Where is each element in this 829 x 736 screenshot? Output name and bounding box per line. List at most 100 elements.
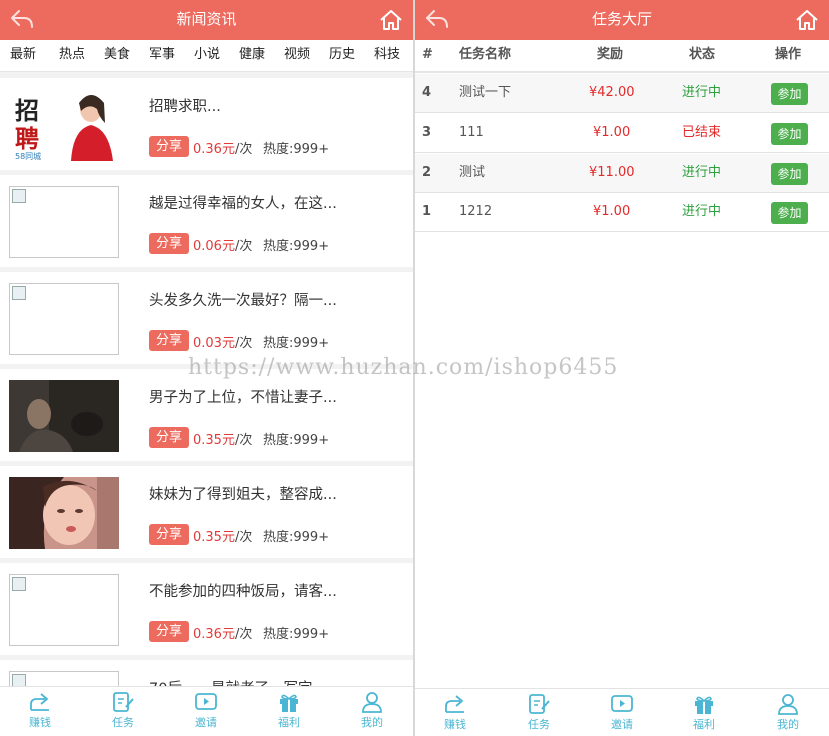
- task-edit-icon: [529, 694, 550, 714]
- task-status: 进行中: [682, 204, 722, 219]
- tab-earn[interactable]: 赚钱: [425, 693, 485, 732]
- tab-label: 我的: [361, 716, 383, 729]
- broken-image-icon: [12, 286, 26, 300]
- news-heat: 热度:999+: [263, 142, 330, 157]
- home-icon[interactable]: [379, 8, 403, 32]
- tab-label: 任务: [112, 716, 134, 729]
- category-tab[interactable]: 小说: [194, 40, 220, 70]
- gift-icon: [695, 696, 713, 714]
- news-price: 0.06元/次: [193, 239, 253, 254]
- tab-earn[interactable]: 赚钱: [10, 691, 70, 730]
- category-tab[interactable]: 最新: [10, 40, 36, 70]
- share-arrow-icon: [30, 693, 49, 711]
- task-id: 1: [422, 204, 432, 219]
- news-thumbnail: 招 聘 58同城: [9, 89, 119, 161]
- task-id: 4: [422, 85, 432, 100]
- join-button[interactable]: 参加: [771, 123, 808, 145]
- news-title[interactable]: 男子为了上位，不惜让妻子...: [149, 386, 337, 407]
- page-title: 任务大厅: [591, 10, 652, 28]
- table-row: 1 1212 ¥1.00 进行中 参加: [415, 193, 829, 232]
- tab-task[interactable]: 任务: [509, 693, 569, 732]
- tab-task[interactable]: 任务: [93, 691, 153, 730]
- news-heat: 热度:999+: [263, 433, 330, 448]
- news-item[interactable]: 不能参加的四种饭局，请客... 分享 0.36元/次 热度:999+: [0, 563, 413, 655]
- column-header: #: [422, 47, 433, 62]
- task-table-header: # 任务名称 奖励 状态 操作: [415, 40, 829, 73]
- news-price: 0.36元/次: [193, 142, 253, 157]
- task-name: 111: [459, 125, 484, 140]
- tab-welfare[interactable]: 福利: [674, 693, 734, 732]
- tab-mine[interactable]: 我的: [758, 693, 818, 732]
- task-status: 已结束: [682, 125, 722, 140]
- news-heat: 热度:999+: [263, 239, 330, 254]
- news-item[interactable]: 招 聘 58同城 招聘求职... 分享 0.36元/次 热度:999+: [0, 78, 413, 170]
- tab-label: 邀请: [611, 718, 633, 731]
- share-button[interactable]: 分享: [149, 136, 189, 157]
- task-edit-icon: [113, 692, 134, 712]
- news-price: 0.03元/次: [193, 336, 253, 351]
- watermark: https://www.huzhan.com/ishop6455: [188, 355, 619, 380]
- news-item[interactable]: 男子为了上位，不惜让妻子... 分享 0.35元/次 热度:999+: [0, 369, 413, 461]
- news-title[interactable]: 不能参加的四种饭局，请客...: [149, 580, 337, 601]
- tab-invite[interactable]: 邀请: [176, 691, 236, 730]
- news-item[interactable]: 头发多久洗一次最好？隔一... 分享 0.03元/次 热度:999+: [0, 272, 413, 364]
- column-header: 操作: [775, 47, 802, 62]
- news-item[interactable]: 妹妹为了得到姐夫，整容成... 分享 0.35元/次 热度:999+: [0, 466, 413, 558]
- news-heat: 热度:999+: [263, 336, 330, 351]
- task-reward: ¥1.00: [593, 125, 631, 140]
- table-row: 2 测试 ¥11.00 进行中 参加: [415, 154, 829, 193]
- bottom-tab-bar: 赚钱 任务 邀请 福利 我的: [0, 686, 413, 736]
- news-price: 0.36元/次: [193, 627, 253, 642]
- share-button[interactable]: 分享: [149, 427, 189, 448]
- tab-label: 我的: [777, 718, 799, 731]
- share-button[interactable]: 分享: [149, 330, 189, 351]
- join-button[interactable]: 参加: [771, 202, 808, 224]
- tab-label: 任务: [528, 718, 550, 731]
- task-status: 进行中: [682, 165, 722, 180]
- news-title[interactable]: 妹妹为了得到姐夫，整容成...: [149, 483, 337, 504]
- recruit-brand: 58同城: [15, 152, 41, 161]
- recruit-char-1: 招: [15, 96, 39, 125]
- broken-image-icon: [12, 189, 26, 203]
- category-tab[interactable]: 热点: [59, 40, 85, 70]
- news-title[interactable]: 头发多久洗一次最好？隔一...: [149, 289, 337, 310]
- join-button[interactable]: 参加: [771, 83, 808, 105]
- tab-label: 邀请: [195, 716, 217, 729]
- news-thumbnail: [9, 380, 119, 452]
- share-arrow-icon: [445, 695, 464, 713]
- news-thumbnail: [9, 574, 119, 646]
- news-header: 新闻资讯: [0, 0, 413, 40]
- share-button[interactable]: 分享: [149, 621, 189, 642]
- news-heat: 热度:999+: [263, 627, 330, 642]
- news-item[interactable]: 越是过得幸福的女人，在这... 分享 0.06元/次 热度:999+: [0, 175, 413, 267]
- tab-invite[interactable]: 邀请: [592, 693, 652, 732]
- broken-image-icon: [12, 577, 26, 591]
- column-header: 任务名称: [459, 47, 512, 62]
- news-heat: 热度:999+: [263, 530, 330, 545]
- category-tab[interactable]: 美食: [104, 40, 130, 70]
- share-button[interactable]: 分享: [149, 524, 189, 545]
- join-button[interactable]: 参加: [771, 163, 808, 185]
- home-icon[interactable]: [795, 8, 819, 32]
- column-header: 状态: [689, 47, 716, 62]
- news-title[interactable]: 越是过得幸福的女人，在这...: [149, 192, 337, 213]
- task-header: 任务大厅: [415, 0, 829, 40]
- category-tab[interactable]: 视频: [284, 40, 310, 70]
- gift-icon: [280, 694, 298, 712]
- category-tab[interactable]: 科技: [374, 40, 400, 70]
- news-thumbnail: [9, 477, 119, 549]
- task-reward: ¥1.00: [593, 204, 631, 219]
- user-icon: [362, 692, 382, 713]
- category-tab[interactable]: 历史: [329, 40, 355, 70]
- tab-mine[interactable]: 我的: [342, 691, 402, 730]
- table-row: 4 测试一下 ¥42.00 进行中 参加: [415, 74, 829, 113]
- share-button[interactable]: 分享: [149, 233, 189, 254]
- tab-welfare[interactable]: 福利: [259, 691, 319, 730]
- task-id: 3: [422, 125, 432, 140]
- news-title[interactable]: 招聘求职...: [149, 95, 221, 116]
- category-bar: 最新 热点 美食 军事 小说 健康 视频 历史 科技: [0, 40, 413, 72]
- page-title: 新闻资讯: [176, 10, 237, 28]
- category-tab[interactable]: 健康: [239, 40, 265, 70]
- category-tab[interactable]: 军事: [149, 40, 175, 70]
- news-thumbnail: [9, 283, 119, 355]
